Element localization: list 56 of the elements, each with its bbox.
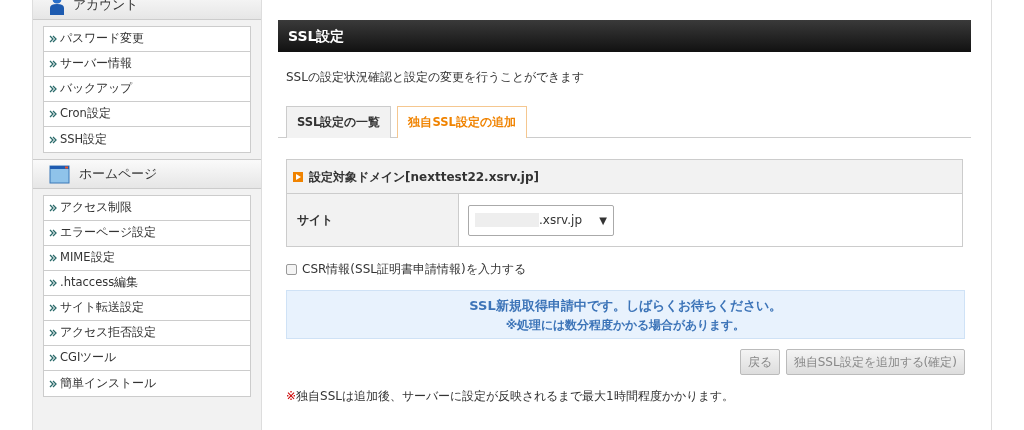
sidebar-item[interactable]: パスワード変更 xyxy=(44,27,250,52)
sidebar-item[interactable]: 簡単インストール xyxy=(44,371,250,396)
chevron-icon xyxy=(49,35,58,43)
sidebar-item[interactable]: MIME設定 xyxy=(44,246,250,271)
window-icon xyxy=(49,164,71,184)
panel-heading: 設定対象ドメイン[nexttest22.xsrv.jp] xyxy=(309,168,540,186)
person-icon xyxy=(49,0,65,16)
tab[interactable]: SSL設定の一覧 xyxy=(286,106,392,139)
chevron-icon xyxy=(49,254,58,262)
play-icon xyxy=(293,171,303,182)
section-title: アカウント xyxy=(73,0,138,15)
sidebar-item[interactable]: SSH設定 xyxy=(44,127,250,152)
chevron-icon xyxy=(49,354,58,362)
sidebar-item-label: 簡単インストール xyxy=(60,374,156,392)
sidebar-item-label: アクセス拒否設定 xyxy=(60,324,156,342)
sidebar-item[interactable]: アクセス制限 xyxy=(44,196,250,221)
sidebar-item-label: パスワード変更 xyxy=(60,30,144,48)
chevron-icon xyxy=(49,229,58,237)
site-select[interactable]: .xsrv.jp ▼ xyxy=(468,204,614,236)
chevron-icon xyxy=(49,110,58,118)
sidebar-item-label: CGIツール xyxy=(60,349,117,367)
sidebar-item[interactable]: エラーページ設定 xyxy=(44,221,250,246)
sidebar-item-label: バックアップ xyxy=(60,80,132,98)
sidebar-item[interactable]: CGIツール xyxy=(44,346,250,371)
checkbox[interactable] xyxy=(286,263,297,275)
row-label: サイト xyxy=(287,194,459,247)
caret-icon: ▼ xyxy=(599,212,607,228)
chevron-icon xyxy=(49,135,58,144)
notice-submessage: ※処理には数分程度かかる場合があります。 xyxy=(504,316,747,334)
sidebar-item[interactable]: バックアップ xyxy=(44,77,250,102)
sidebar-item[interactable]: アクセス拒否設定 xyxy=(44,321,250,346)
checkbox-label: CSR情報(SSL証明書申請情報)を入力する xyxy=(302,261,526,279)
chevron-icon xyxy=(49,204,58,212)
sidebar-item[interactable]: Cron設定 xyxy=(44,102,250,127)
chevron-icon xyxy=(49,379,58,388)
sidebar-item-label: Cron設定 xyxy=(60,105,111,123)
sidebar-item[interactable]: サイト転送設定 xyxy=(44,296,250,321)
chevron-icon xyxy=(49,304,58,312)
chevron-icon xyxy=(49,329,58,337)
sidebar-item-label: サーバー情報 xyxy=(60,55,132,73)
chevron-icon xyxy=(49,279,58,287)
sidebar-item-label: サイト転送設定 xyxy=(60,299,144,317)
sidebar-item-label: アクセス制限 xyxy=(60,199,132,217)
footnote-text: ※独自SSLは追加後、サーバーに設定が反映されるまで最大1時間程度かかります。 xyxy=(286,387,735,405)
notice-message: SSL新規取得申請中です。しばらくお待ちください。 xyxy=(468,297,783,316)
description-text: SSLの設定状況確認と設定の変更を行うことができます xyxy=(286,69,585,86)
sidebar-item-label: MIME設定 xyxy=(60,249,115,267)
sidebar-item[interactable]: サーバー情報 xyxy=(44,52,250,77)
chevron-icon xyxy=(49,60,58,68)
section-title: ホームページ xyxy=(79,165,157,184)
chevron-icon xyxy=(49,85,58,93)
page-title: SSL設定 xyxy=(278,20,971,52)
sidebar-item[interactable]: .htaccess編集 xyxy=(44,271,250,296)
sidebar-item-label: エラーページ設定 xyxy=(60,224,156,242)
sidebar-item-label: SSH設定 xyxy=(60,130,108,148)
sidebar-item-label: .htaccess編集 xyxy=(60,274,139,292)
